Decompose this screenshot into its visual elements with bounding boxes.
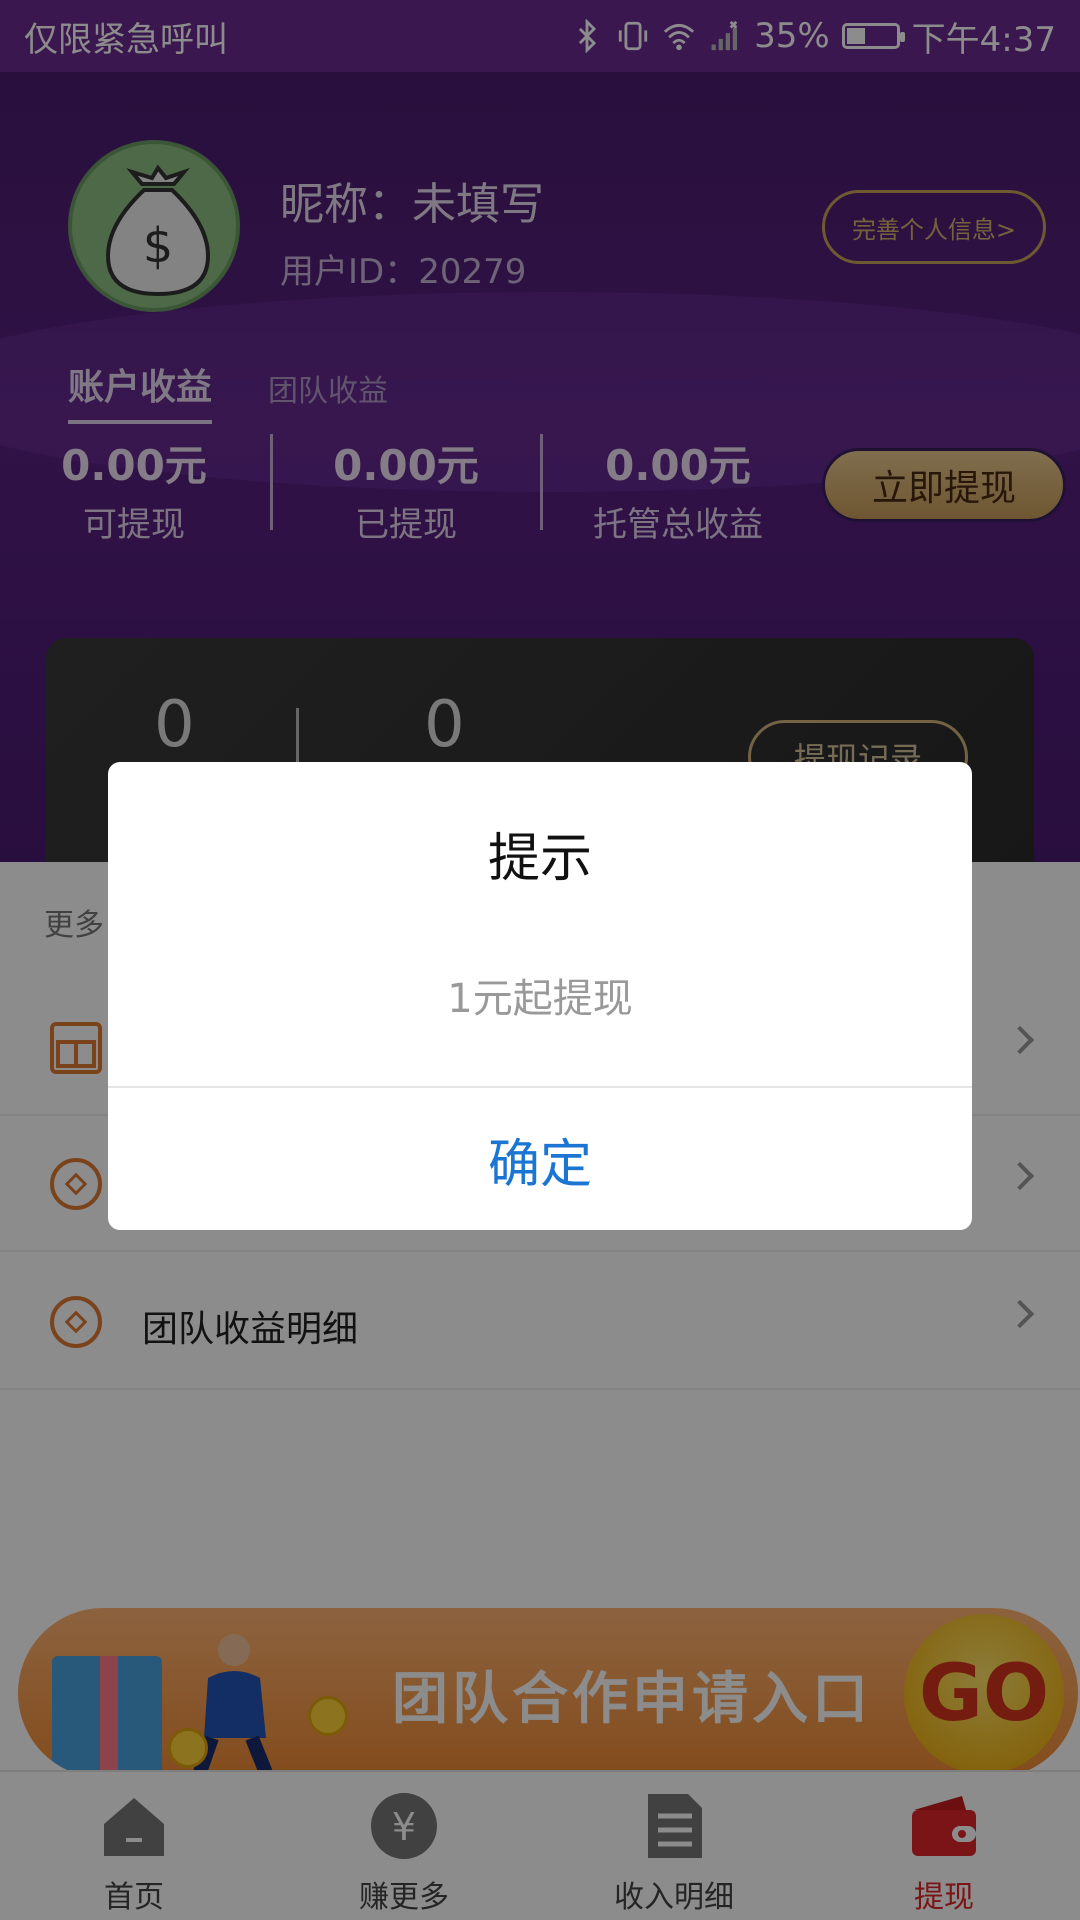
dialog-title: 提示: [487, 829, 592, 889]
alert-dialog: 提示 1元起提现 确定: [108, 762, 972, 1230]
dialog-message: 1元起提现: [447, 976, 633, 1022]
confirm-button[interactable]: 确定: [108, 1088, 972, 1230]
